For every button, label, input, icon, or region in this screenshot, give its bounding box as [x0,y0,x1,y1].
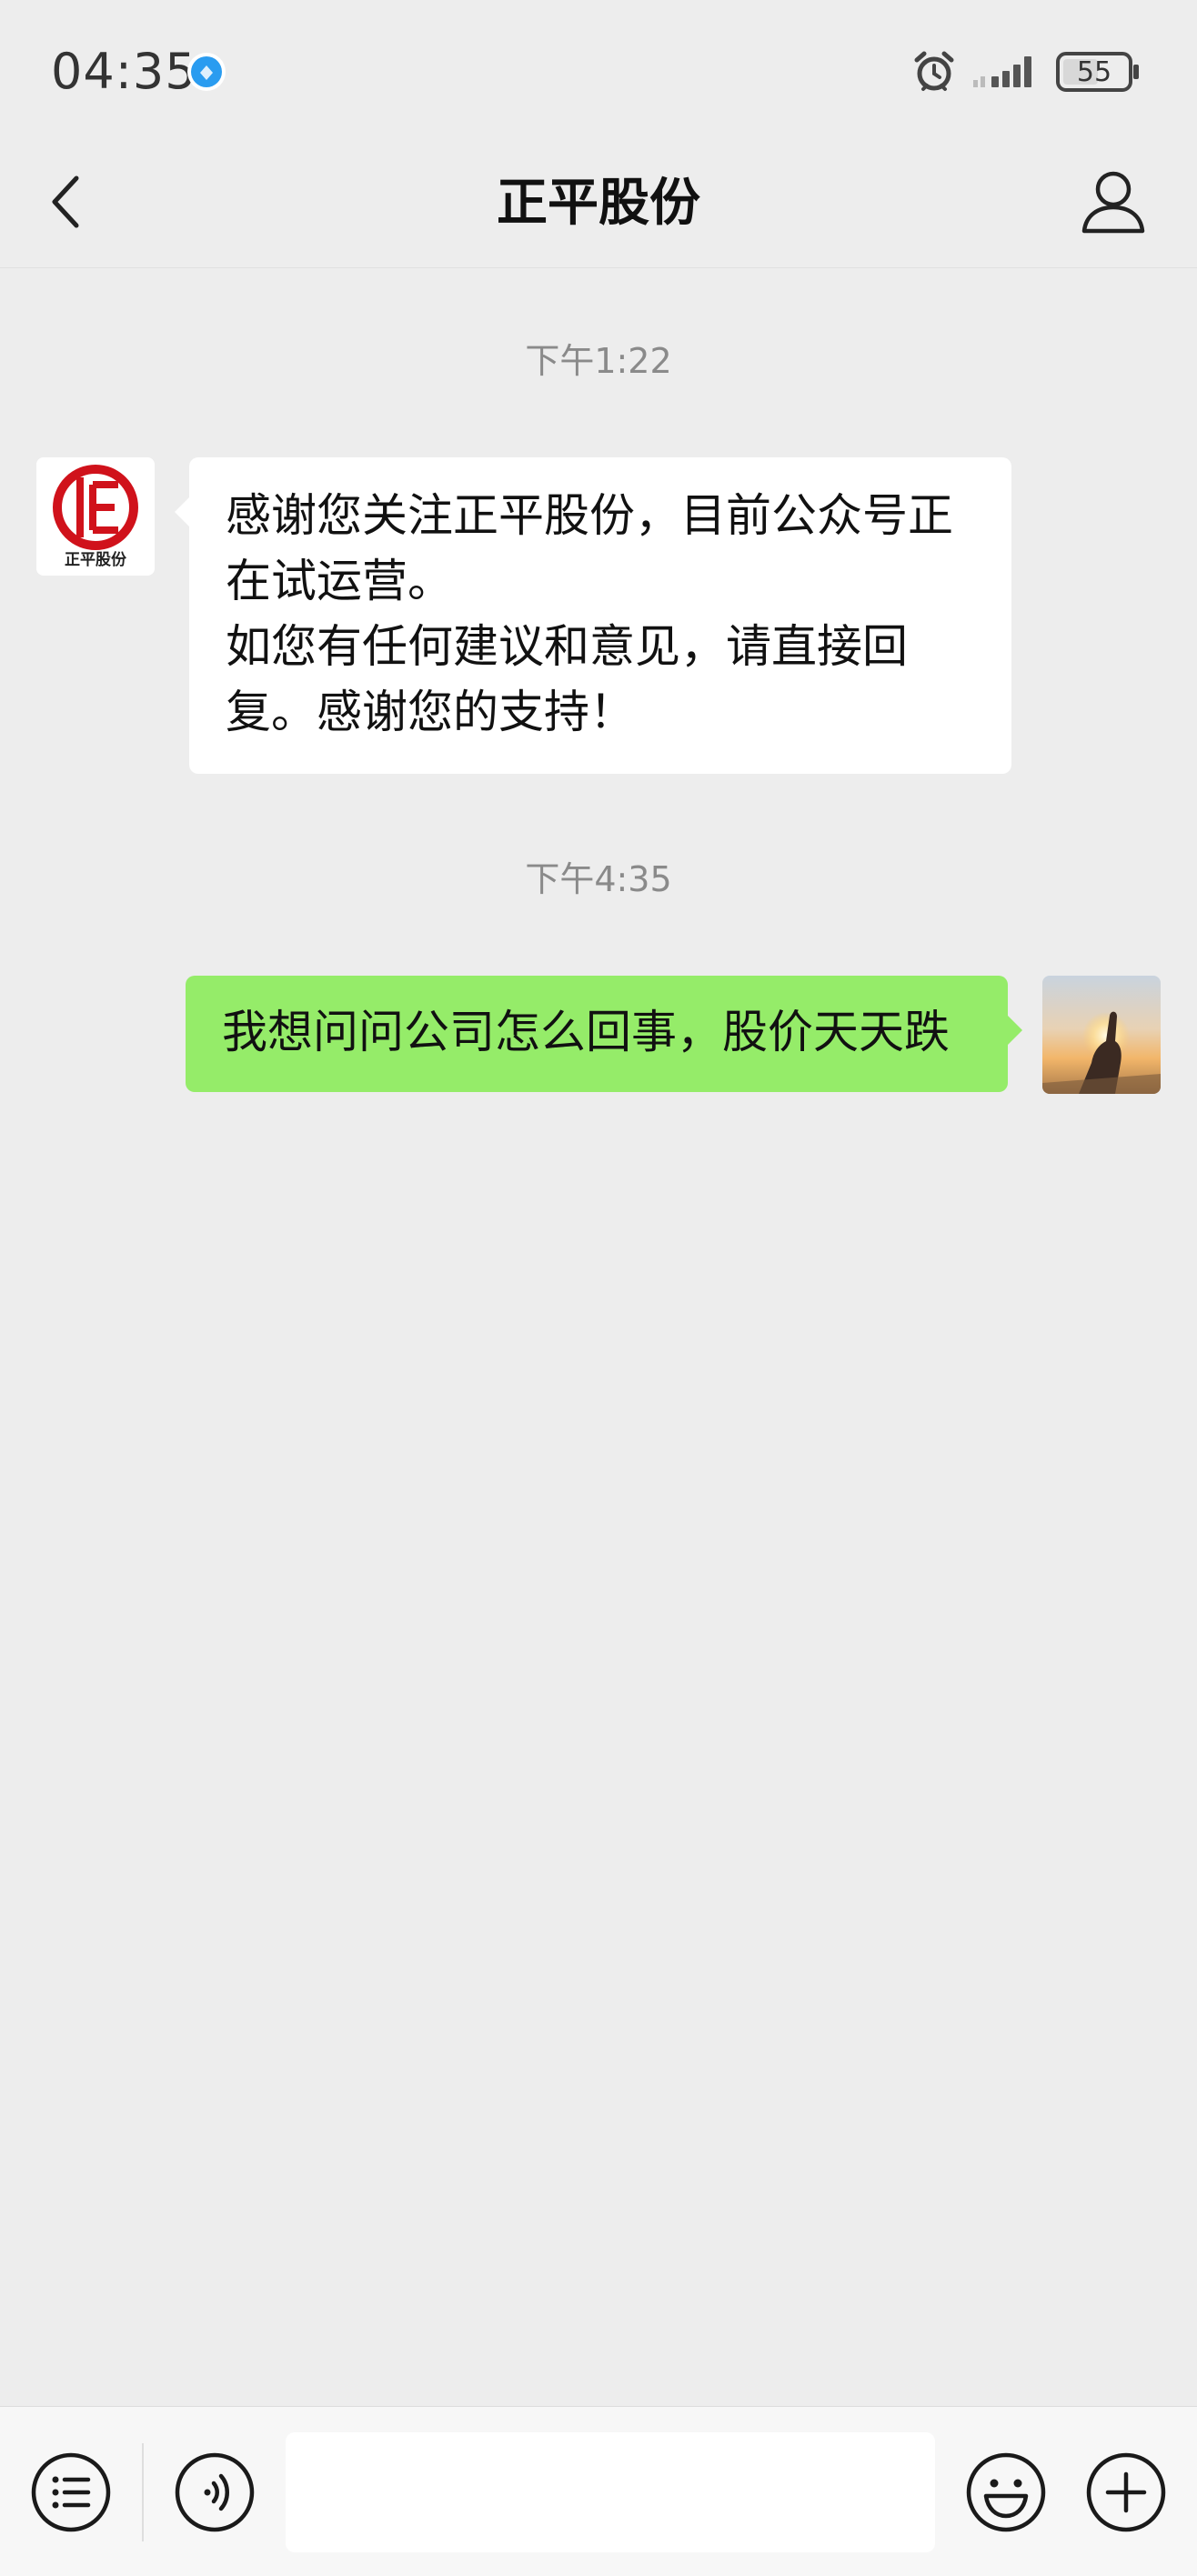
emoji-button[interactable] [964,2451,1048,2534]
message-input[interactable] [286,2432,935,2552]
person-icon [1081,171,1145,234]
logo-text: 正平股份 [65,550,127,569]
message-text: 我想问问公司怎么回事，股价天天跌 [222,1006,950,1058]
notification-app-icon [187,53,226,91]
status-time: 04:35 [51,43,197,100]
status-bar: 04:35 55 [0,0,1197,136]
signal-icon [970,49,1042,95]
chat-header: 正平股份 [0,136,1197,268]
emoji-icon [966,2452,1046,2532]
list-icon [31,2452,111,2532]
profile-button[interactable] [1077,167,1150,236]
user-avatar[interactable] [1042,976,1161,1094]
input-bar [0,2406,1197,2576]
message-text-line: 感谢您关注正平股份，目前公众号正在试运营。 [226,489,953,607]
divider [142,2443,144,2541]
received-message-bubble[interactable]: 感谢您关注正平股份，目前公众号正在试运营。 如您有任何建议和意见，请直接回复。感… [175,457,1011,774]
voice-icon [175,2452,255,2532]
sent-message-bubble[interactable]: 我想问问公司怎么回事，股价天天跌 [186,976,1022,1092]
voice-button[interactable] [173,2451,256,2534]
more-button[interactable] [1084,2451,1168,2534]
plus-icon [1086,2452,1166,2532]
official-account-avatar[interactable]: 正平股份 [36,457,155,576]
menu-button[interactable] [29,2451,113,2534]
page-title: 正平股份 [497,174,700,233]
message-timestamp: 下午4:35 [525,859,672,899]
alarm-icon [911,49,957,95]
battery-level: 55 [1077,56,1112,88]
message-text-line: 如您有任何建议和意见，请直接回复。感谢您的支持！ [226,620,908,738]
battery-icon: 55 [1055,51,1141,93]
message-timestamp: 下午1:22 [525,341,672,381]
